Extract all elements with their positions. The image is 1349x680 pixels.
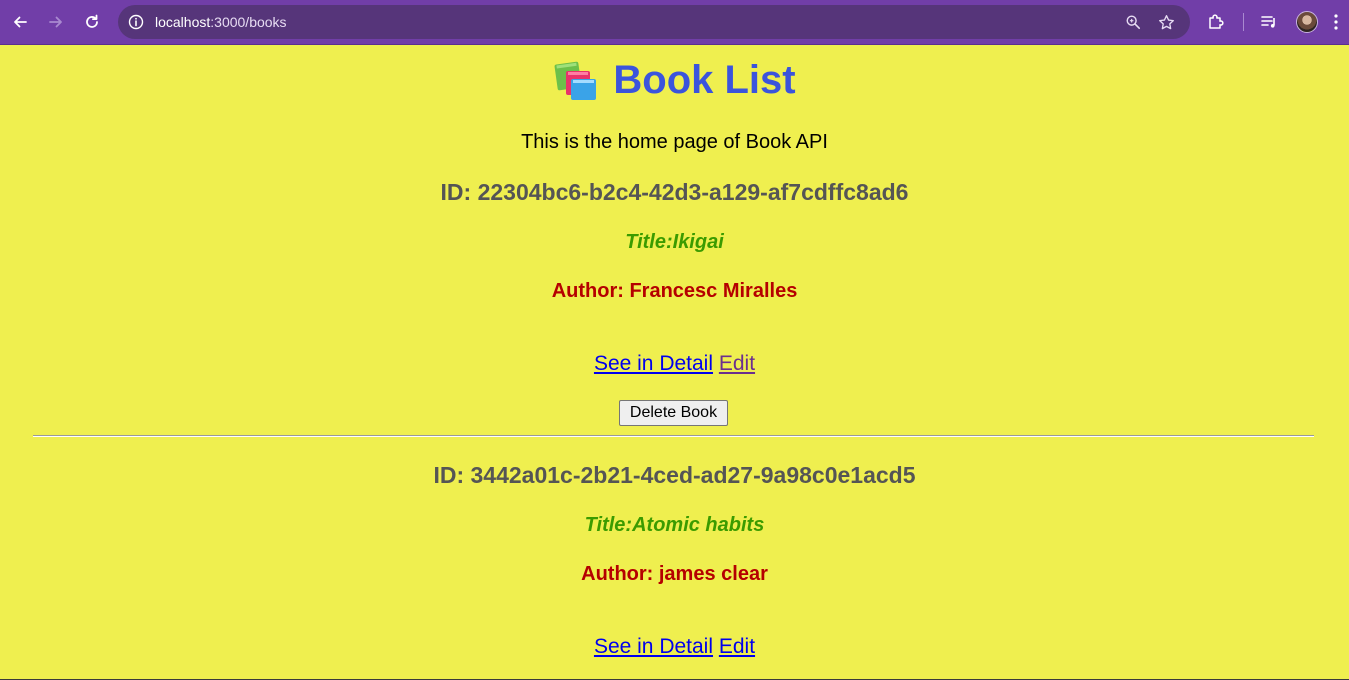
edit-link[interactable]: Edit bbox=[719, 635, 755, 658]
book-divider bbox=[33, 435, 1314, 437]
page-content: Book List This is the home page of Book … bbox=[0, 46, 1349, 680]
book-title: Title:Atomic habits bbox=[584, 514, 765, 536]
delete-book-button[interactable]: Delete Book bbox=[619, 400, 728, 426]
forward-arrow-icon[interactable] bbox=[45, 11, 67, 33]
see-in-detail-link[interactable]: See in Detail bbox=[594, 352, 713, 375]
back-arrow-icon[interactable] bbox=[9, 11, 31, 33]
address-bar[interactable]: localhost:3000/books bbox=[118, 5, 1190, 39]
url-host: localhost bbox=[155, 14, 211, 30]
toolbar-divider bbox=[1243, 13, 1244, 31]
book-author: Author: james clear bbox=[581, 563, 768, 585]
book-links: See in Detail Edit bbox=[0, 635, 1349, 659]
edit-link[interactable]: Edit bbox=[719, 352, 755, 375]
url-text[interactable]: localhost:3000/books bbox=[155, 14, 287, 30]
site-info-icon[interactable] bbox=[126, 12, 146, 32]
book-title: Title:Ikigai bbox=[625, 231, 724, 253]
page-title-text: Book List bbox=[613, 57, 796, 102]
zoom-icon[interactable] bbox=[1124, 13, 1142, 31]
book-links: See in Detail Edit bbox=[0, 352, 1349, 376]
star-icon[interactable] bbox=[1157, 13, 1175, 31]
profile-avatar[interactable] bbox=[1296, 11, 1318, 33]
see-in-detail-link[interactable]: See in Detail bbox=[594, 635, 713, 658]
menu-dots-icon[interactable] bbox=[1330, 11, 1342, 33]
book-id: ID: 22304bc6-b2c4-42d3-a129-af7cdffc8ad6 bbox=[440, 179, 909, 205]
book-author: Author: Francesc Miralles bbox=[551, 280, 798, 302]
books-icon bbox=[554, 61, 597, 100]
reload-icon[interactable] bbox=[81, 11, 103, 33]
browser-toolbar: localhost:3000/books bbox=[0, 0, 1349, 45]
extensions-icon[interactable] bbox=[1205, 11, 1227, 33]
book-id: ID: 3442a01c-2b21-4ced-ad27-9a98c0e1acd5 bbox=[433, 462, 916, 488]
page-title: Book List bbox=[0, 54, 1349, 106]
media-icon[interactable] bbox=[1258, 11, 1280, 33]
url-path: :3000/books bbox=[210, 14, 287, 30]
page-subtitle: This is the home page of Book API bbox=[521, 131, 828, 153]
